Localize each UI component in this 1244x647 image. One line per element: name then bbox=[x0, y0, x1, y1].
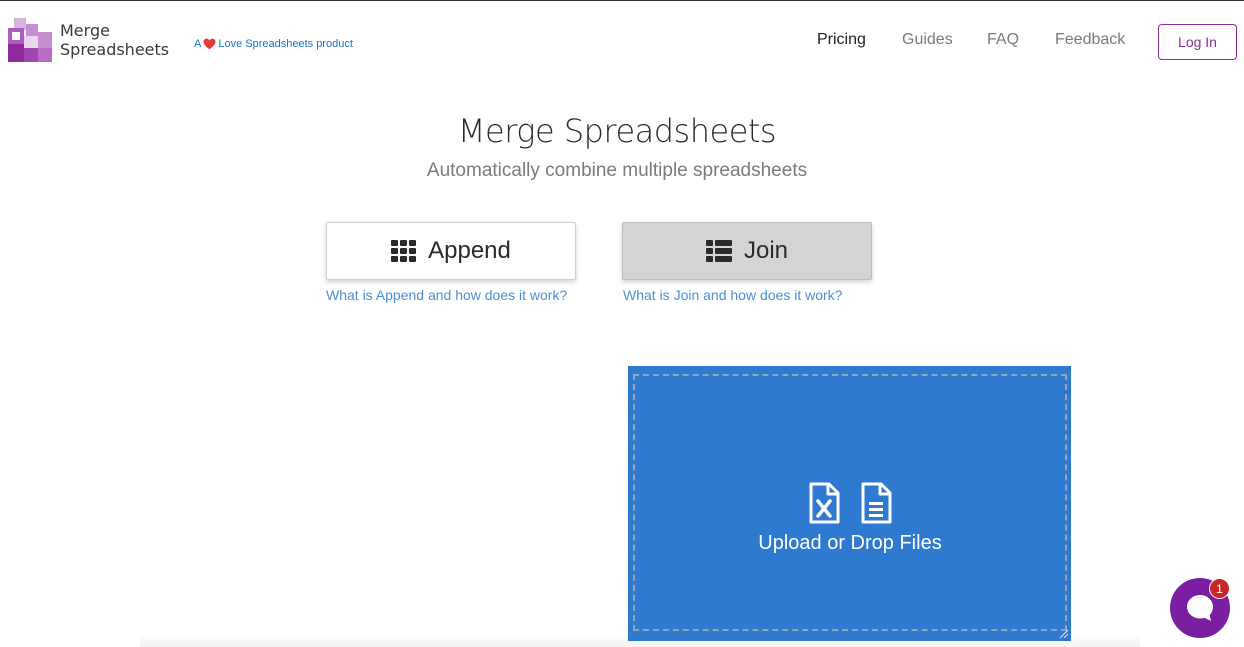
footer-shadow bbox=[140, 633, 1140, 647]
dropzone-icons bbox=[635, 482, 1065, 524]
top-nav: Pricing Guides FAQ Feedback bbox=[0, 31, 1244, 51]
th-list-icon bbox=[705, 240, 732, 262]
append-label: Append bbox=[428, 237, 511, 264]
text-file-icon bbox=[861, 482, 892, 524]
chat-notification-badge: 1 bbox=[1209, 578, 1230, 599]
join-button[interactable]: Join bbox=[622, 222, 872, 280]
nav-feedback[interactable]: Feedback bbox=[1055, 31, 1125, 49]
page-subtitle: Automatically combine multiple spreadshe… bbox=[426, 160, 808, 181]
th-grid-icon bbox=[391, 240, 417, 262]
append-help-link[interactable]: What is Append and how does it work? bbox=[326, 287, 567, 303]
nav-pricing[interactable]: Pricing bbox=[817, 31, 866, 49]
nav-guides[interactable]: Guides bbox=[902, 31, 953, 49]
nav-faq[interactable]: FAQ bbox=[987, 31, 1019, 49]
login-button[interactable]: Log In bbox=[1158, 24, 1237, 60]
dropzone-label: Upload or Drop Files bbox=[758, 532, 942, 554]
page-title: Merge Spreadsheets bbox=[457, 112, 777, 150]
file-dropzone[interactable]: Upload or Drop Files bbox=[628, 366, 1071, 641]
excel-file-icon bbox=[809, 482, 840, 524]
append-button[interactable]: Append bbox=[326, 222, 576, 280]
dropzone-border: Upload or Drop Files bbox=[633, 374, 1067, 631]
join-label: Join bbox=[743, 237, 789, 264]
join-help-link[interactable]: What is Join and how does it work? bbox=[623, 287, 842, 303]
chat-bubble-icon bbox=[1187, 595, 1213, 621]
